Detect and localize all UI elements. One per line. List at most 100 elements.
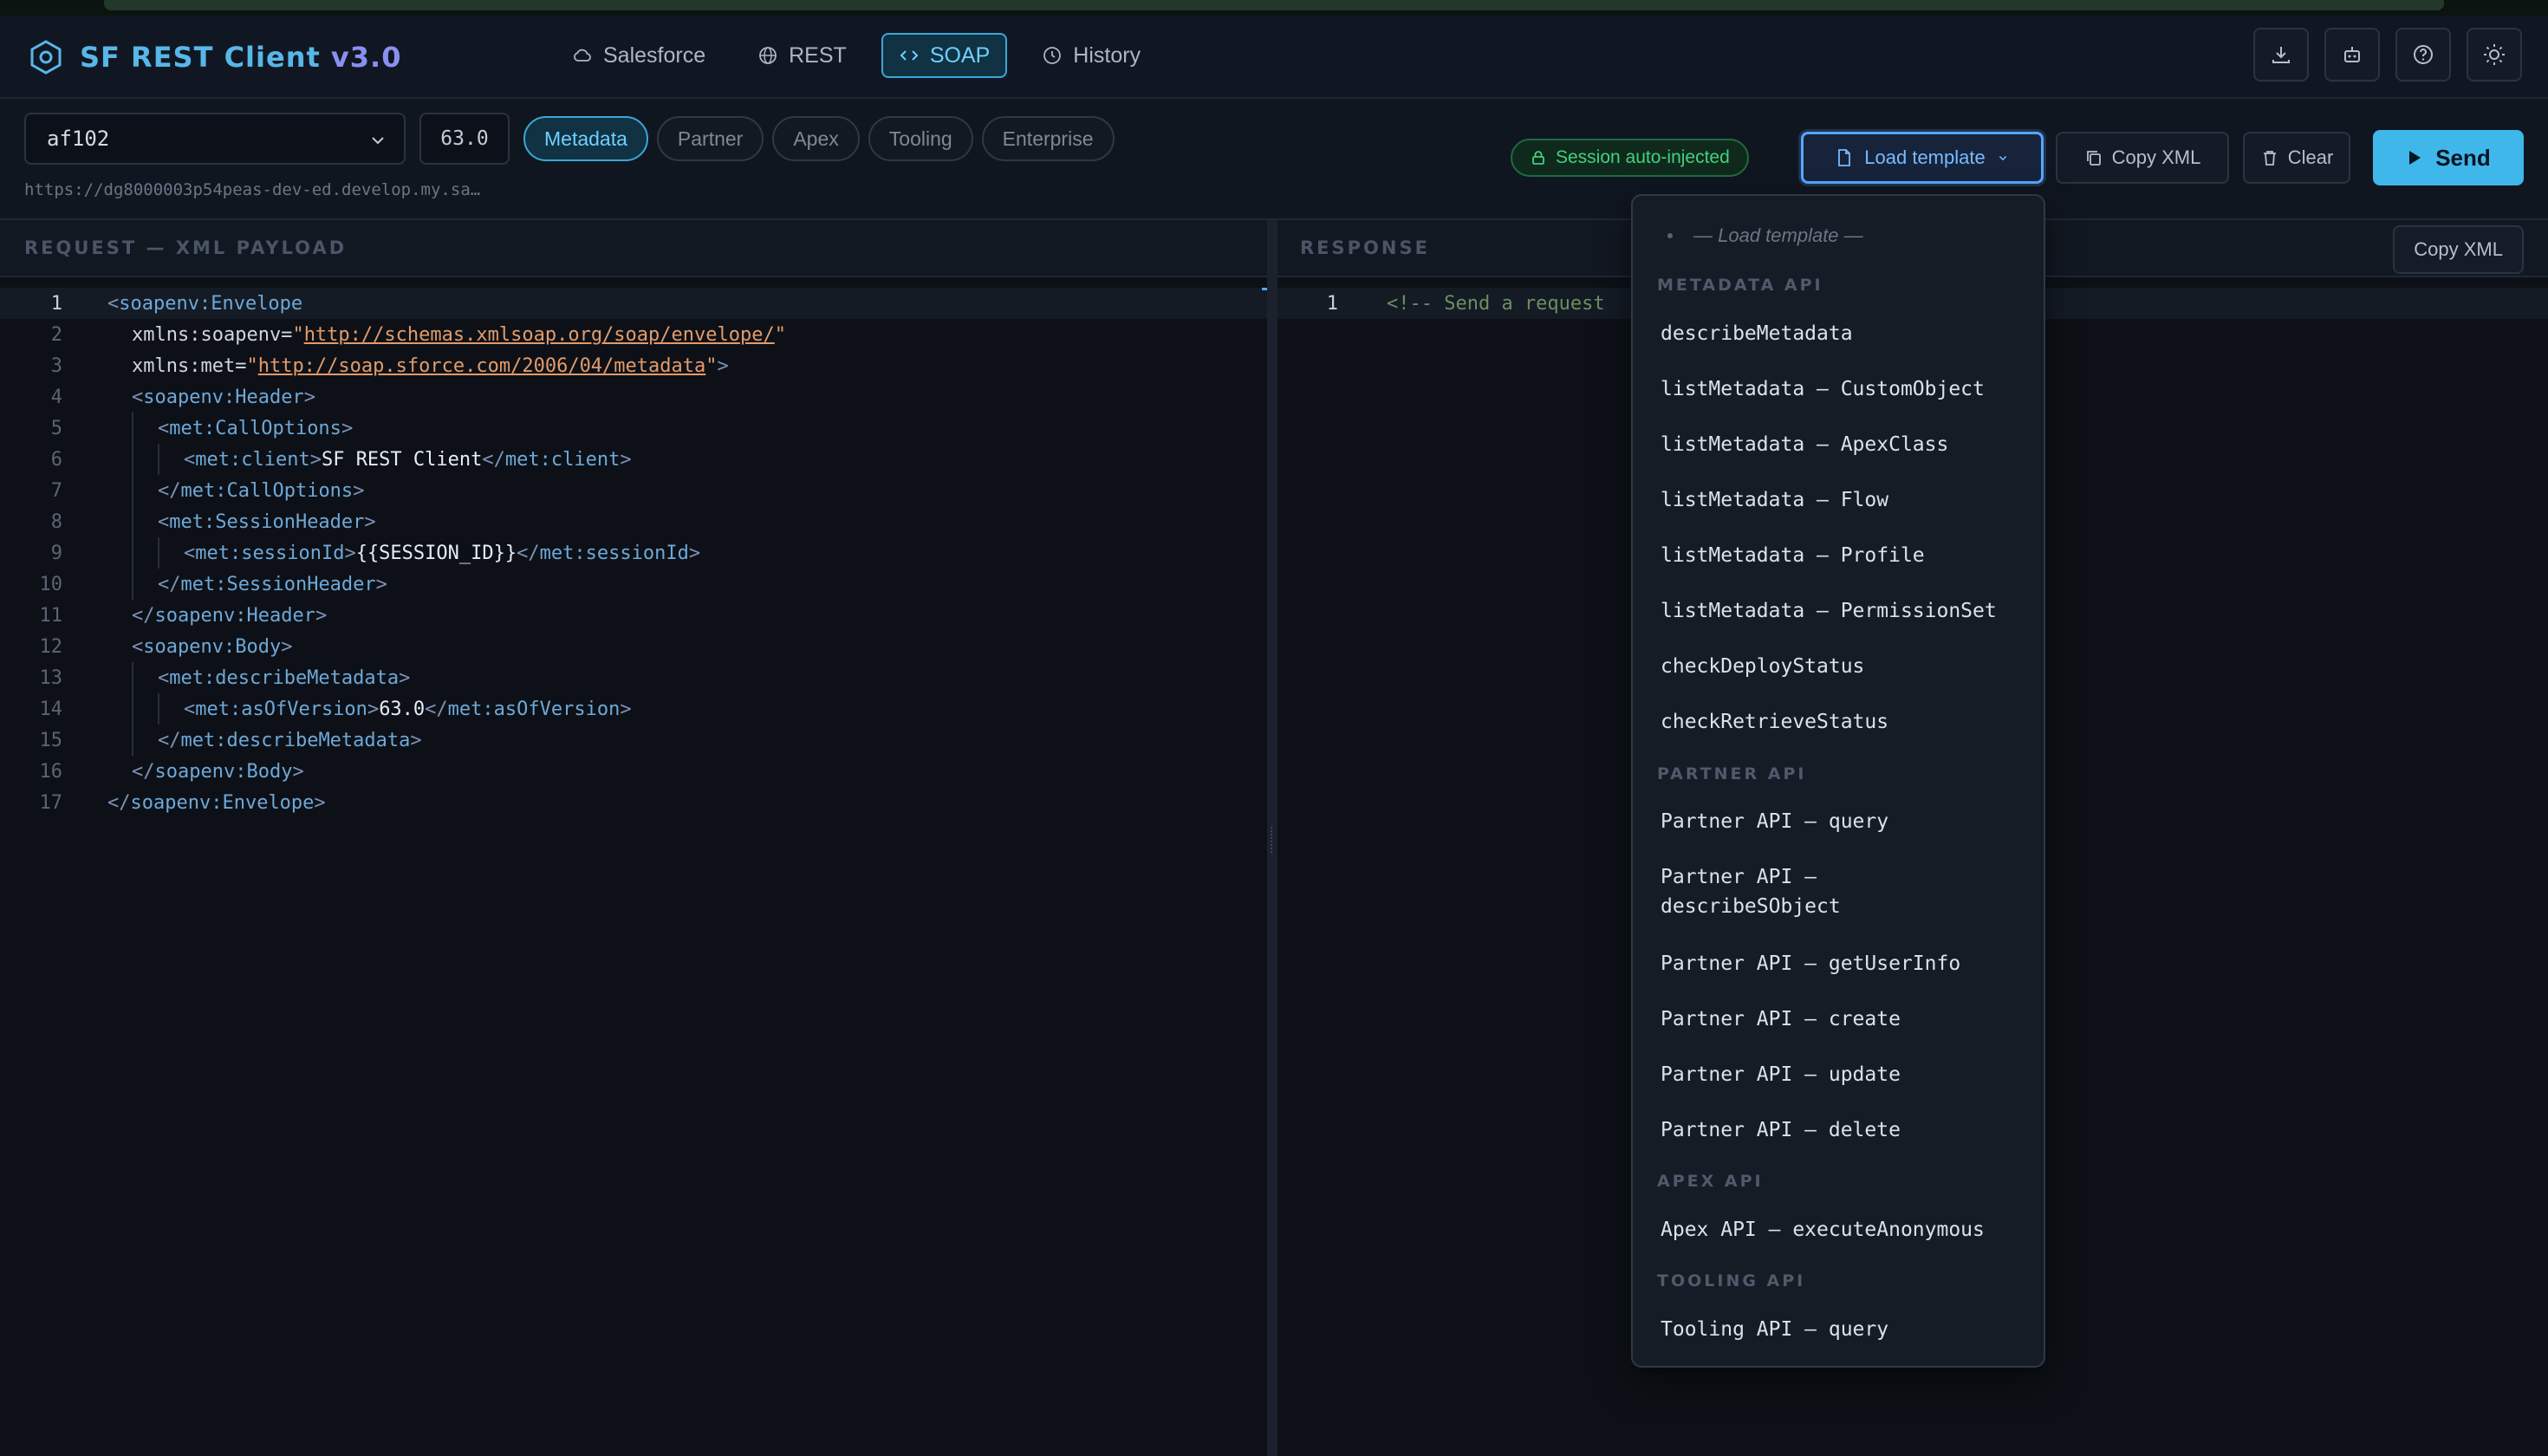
- line-number: 4: [50, 386, 62, 408]
- namespace-link[interactable]: http://schemas.xmlsoap.org/soap/envelope…: [304, 324, 775, 346]
- template-item[interactable]: listMetadata — CustomObject: [1661, 374, 2033, 404]
- tab-salesforce-label: Salesforce: [603, 42, 706, 68]
- template-item[interactable]: checkDeployStatus: [1661, 652, 2033, 681]
- dropdown-placeholder-option[interactable]: — Load template —: [1667, 218, 1863, 253]
- trash-icon: [2263, 151, 2276, 166]
- template-item[interactable]: Tooling API — query: [1661, 1315, 2033, 1344]
- robot-button[interactable]: [2324, 28, 2380, 81]
- tab-soap[interactable]: SOAP: [881, 33, 1008, 78]
- template-item[interactable]: Partner API — delete: [1661, 1115, 2033, 1145]
- code-content: xmlns:soapenv= " http://schemas.xmlsoap.or…: [132, 323, 786, 346]
- code-line: 14 < met:asOfVersion >63.0 </met:asOfVersio…: [0, 693, 1267, 725]
- send-button[interactable]: Send: [2373, 130, 2524, 185]
- copy-xml-button[interactable]: Copy XML: [2056, 132, 2229, 184]
- code-line: 2 xmlns:soapenv= " http://schemas.xmlsoap.…: [0, 319, 1267, 350]
- tab-salesforce[interactable]: Salesforce: [555, 33, 723, 78]
- code-content: <!-- Send a request: [1387, 292, 1605, 315]
- line-number: 13: [39, 666, 63, 689]
- play-icon: [2409, 151, 2421, 165]
- session-status-badge: Session auto-injected: [1511, 139, 1749, 177]
- theme-toggle-button[interactable]: [2467, 28, 2522, 81]
- clear-label: Clear: [2287, 146, 2334, 168]
- tab-history-label: History: [1073, 42, 1141, 68]
- pill-tooling[interactable]: Tooling: [868, 116, 973, 161]
- brand[interactable]: SF REST Client v3.0: [28, 35, 401, 80]
- code-line: 11 </soapenv:Header >: [0, 600, 1267, 631]
- template-item[interactable]: Partner API — query: [1661, 807, 2033, 836]
- code-line: 7 </met:CallOptions >: [0, 475, 1267, 506]
- code-content: < soapenv:Body >: [132, 635, 293, 658]
- load-template-button[interactable]: Load template: [1801, 132, 2044, 184]
- pill-apex[interactable]: Apex: [772, 116, 860, 161]
- top-accent-glow: [104, 0, 2444, 10]
- template-item[interactable]: checkRetrieveStatus: [1661, 707, 2033, 737]
- lock-icon: [1532, 151, 1544, 165]
- sun-icon: [2484, 44, 2505, 65]
- response-copy-xml-button[interactable]: Copy XML: [2393, 225, 2524, 274]
- file-icon: [1838, 149, 1851, 166]
- hexagon-logo-icon: [30, 40, 62, 75]
- indent-guide: [132, 506, 133, 537]
- group-label-tooling: Tooling API: [1657, 1271, 1806, 1290]
- org-select-value: af102: [47, 127, 110, 151]
- line-number: 14: [39, 698, 63, 720]
- group-label-metadata: Metadata API: [1657, 276, 1823, 295]
- code-line: 8 < met:SessionHeader >: [0, 506, 1267, 537]
- download-button[interactable]: [2253, 28, 2309, 81]
- template-item[interactable]: listMetadata — PermissionSet: [1661, 596, 2033, 626]
- template-item[interactable]: Partner API — describeSObject: [1661, 862, 1921, 921]
- org-select[interactable]: af102: [24, 113, 406, 165]
- load-template-label: Load template: [1864, 146, 1986, 168]
- drag-handle-icon: [1271, 827, 1274, 853]
- help-icon: [2414, 45, 2433, 64]
- top-accent-strip: [0, 0, 2548, 16]
- indent-guide: [132, 662, 133, 693]
- pill-metadata[interactable]: Metadata: [523, 116, 648, 161]
- template-item[interactable]: Partner API — update: [1661, 1060, 2033, 1089]
- clock-icon: [1043, 47, 1062, 64]
- tab-rest-label: REST: [789, 42, 847, 68]
- namespace-link[interactable]: http://soap.sforce.com/2006/04/metadata: [258, 355, 706, 377]
- group-label-partner: Partner API: [1657, 764, 1807, 783]
- pane-splitter[interactable]: [1267, 220, 1277, 1456]
- template-item[interactable]: Partner API — getUserInfo: [1661, 949, 2033, 978]
- indent-guide: [132, 475, 133, 506]
- template-item[interactable]: describeMetadata: [1661, 319, 2033, 348]
- template-item[interactable]: listMetadata — ApexClass: [1661, 430, 2033, 459]
- code-line: 16 </soapenv:Body >: [0, 756, 1267, 787]
- bullet-icon: [1667, 233, 1673, 238]
- navbar: SF REST Client v3.0 Salesforce REST SOAP…: [0, 16, 2548, 99]
- line-number: 3: [50, 354, 62, 377]
- template-item[interactable]: Partner API — create: [1661, 1004, 2033, 1034]
- tab-rest[interactable]: REST: [740, 33, 864, 78]
- chevron-down-icon: [372, 137, 384, 145]
- code-content: </met:SessionHeader >: [158, 573, 387, 595]
- indent-guide: [132, 569, 133, 600]
- pill-enterprise[interactable]: Enterprise: [981, 116, 1115, 161]
- code-content: < met:client > SF REST Client </met:client >: [184, 448, 632, 471]
- pill-partner[interactable]: Partner: [656, 116, 764, 161]
- code-line: 4 < soapenv:Header >: [0, 381, 1267, 413]
- request-editor[interactable]: 1 < soapenv:Envelope 2 xmlns:soapenv= " htt…: [0, 288, 1267, 818]
- api-version-value: 63.0: [440, 127, 489, 150]
- tab-history[interactable]: History: [1024, 33, 1158, 78]
- help-button[interactable]: [2395, 28, 2451, 81]
- indent-guide: [132, 413, 133, 444]
- api-version-input[interactable]: 63.0: [419, 113, 510, 165]
- nav-tabs: Salesforce REST SOAP History: [555, 33, 1158, 78]
- line-number: 17: [39, 791, 63, 814]
- code-line: 13 < met:describeMetadata >: [0, 662, 1267, 693]
- chevron-down-icon: [1999, 156, 2006, 161]
- template-item[interactable]: listMetadata — Flow: [1661, 485, 2033, 515]
- indent-guide: [158, 537, 159, 569]
- template-item[interactable]: listMetadata — Profile: [1661, 541, 2033, 570]
- code-line: 10 </met:SessionHeader >: [0, 569, 1267, 600]
- code-icon: [900, 50, 919, 61]
- template-item[interactable]: Apex API — executeAnonymous: [1661, 1215, 2033, 1245]
- code-line: 15 </met:describeMetadata >: [0, 725, 1267, 756]
- line-number: 1: [50, 292, 62, 315]
- code-content: </soapenv:Header >: [132, 604, 328, 627]
- clear-button[interactable]: Clear: [2243, 132, 2350, 184]
- code-line: 3 xmlns:met= " http://soap.sforce.com/2006…: [0, 350, 1267, 381]
- line-number: 15: [39, 729, 63, 751]
